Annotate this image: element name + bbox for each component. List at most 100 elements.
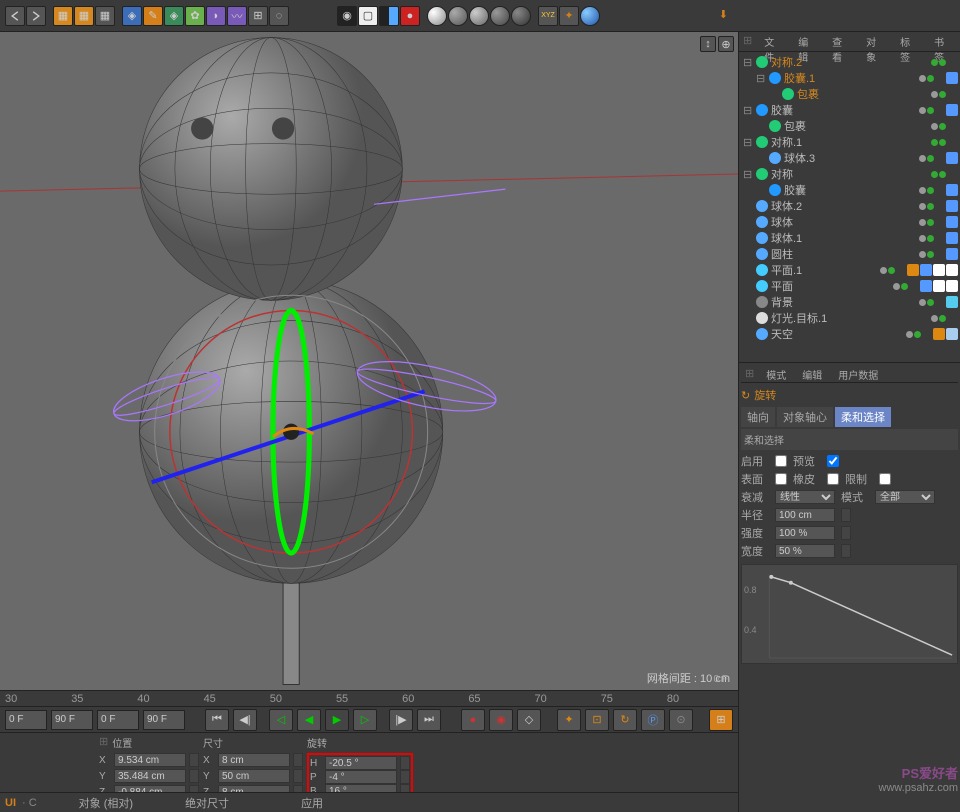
mat5-icon[interactable] — [511, 6, 531, 26]
globe-icon[interactable] — [580, 6, 600, 26]
strength-input[interactable] — [775, 526, 835, 540]
attr-tab-userdata[interactable]: 用户数据 — [830, 365, 886, 382]
tag-icon[interactable] — [946, 280, 958, 292]
step-back-button[interactable]: ◁ — [269, 709, 293, 731]
key-rot-button[interactable]: ↻ — [613, 709, 637, 731]
visibility-dots[interactable] — [919, 235, 934, 242]
size-x-input[interactable] — [218, 753, 290, 767]
visibility-dots[interactable] — [931, 315, 946, 322]
tab-tag[interactable]: 标签 — [892, 32, 926, 51]
rot-p-input[interactable] — [325, 770, 397, 784]
tree-item[interactable]: 圆柱 — [741, 246, 958, 262]
prev-key-button[interactable]: ◀| — [233, 709, 257, 731]
tree-item[interactable]: ⊟对称 — [741, 166, 958, 182]
key-pla-button[interactable]: ⊙ — [669, 709, 693, 731]
capsule-button[interactable]: ◗ — [206, 6, 226, 26]
frame-start-input[interactable] — [5, 710, 47, 730]
falloff-graph[interactable]: 0.8 0.4 — [741, 564, 958, 664]
tree-item[interactable]: ⊟胶囊 — [741, 102, 958, 118]
next-key-button[interactable]: |▶ — [389, 709, 413, 731]
tag-icon[interactable] — [933, 264, 945, 276]
expand-icon[interactable]: ✦ — [559, 6, 579, 26]
viewport-nav2-icon[interactable]: ⊕ — [718, 36, 734, 52]
goto-end-button[interactable]: ⏭ — [417, 709, 441, 731]
tree-label[interactable]: 胶囊 — [784, 182, 916, 198]
visibility-dots[interactable] — [919, 187, 934, 194]
object-tree[interactable]: ⊟对称.2⊟胶囊.1包裹⊟胶囊包裹⊟对称.1球体.3⊟对称胶囊球体.2球体球体.… — [739, 52, 960, 362]
undo-button[interactable] — [5, 6, 25, 26]
range-start-input[interactable] — [97, 710, 139, 730]
light-button[interactable]: ◌ — [269, 6, 289, 26]
tree-label[interactable]: 背景 — [771, 294, 916, 310]
rot-h-input[interactable] — [325, 756, 397, 770]
record-icon[interactable]: ● — [400, 6, 420, 26]
tree-expand-icon[interactable]: ⊟ — [756, 72, 766, 85]
enable-checkbox[interactable] — [775, 455, 787, 467]
size-y-spinner[interactable] — [293, 769, 303, 783]
tree-expand-icon[interactable]: ⊟ — [743, 104, 753, 117]
tag-icon[interactable] — [933, 280, 945, 292]
tree-item[interactable]: ⊟胶囊.1 — [741, 70, 958, 86]
pos-x-input[interactable] — [114, 753, 186, 767]
key-scale-button[interactable]: ⊡ — [585, 709, 609, 731]
size-x-spinner[interactable] — [293, 753, 303, 767]
tag-icon[interactable] — [946, 200, 958, 212]
render-icon[interactable]: ◉ — [337, 6, 357, 26]
visibility-dots[interactable] — [919, 219, 934, 226]
tree-item[interactable]: 灯光.目标.1 — [741, 310, 958, 326]
tree-item[interactable]: ⊟对称.2 — [741, 54, 958, 70]
tag-icon[interactable] — [907, 264, 919, 276]
tab-abs-size[interactable]: 绝对尺寸 — [185, 795, 229, 811]
keyframe-button[interactable]: ◇ — [517, 709, 541, 731]
visibility-dots[interactable] — [919, 299, 934, 306]
half-icon[interactable] — [379, 6, 399, 26]
tree-item[interactable]: ⊟对称.1 — [741, 134, 958, 150]
tag-icon[interactable] — [946, 216, 958, 228]
strength-spinner[interactable] — [841, 526, 851, 540]
frame-end-input[interactable] — [51, 710, 93, 730]
pos-y-spinner[interactable] — [189, 769, 199, 783]
tree-item[interactable]: 胶囊 — [741, 182, 958, 198]
redo-button[interactable] — [26, 6, 46, 26]
key-pos-button[interactable]: ✦ — [557, 709, 581, 731]
tree-label[interactable]: 平面 — [771, 278, 890, 294]
size-y-input[interactable] — [218, 769, 290, 783]
tab-bookmark[interactable]: 书签 — [926, 32, 960, 51]
tree-item[interactable]: 球体 — [741, 214, 958, 230]
radius-spinner[interactable] — [841, 508, 851, 522]
visibility-dots[interactable] — [931, 139, 946, 146]
timeline-a-button[interactable]: ▦ — [53, 6, 73, 26]
attr-tab-edit[interactable]: 编辑 — [794, 365, 830, 382]
tag-icon[interactable] — [946, 232, 958, 244]
tree-item[interactable]: 包裹 — [741, 86, 958, 102]
surface-checkbox[interactable] — [775, 473, 787, 485]
limit-checkbox[interactable] — [879, 473, 891, 485]
preview-checkbox[interactable] — [827, 455, 839, 467]
width-input[interactable] — [775, 544, 835, 558]
tree-expand-icon[interactable]: ⊟ — [743, 56, 753, 69]
pos-y-input[interactable] — [114, 769, 186, 783]
autokey-button[interactable]: ◉ — [489, 709, 513, 731]
tab-file[interactable]: 文件 — [756, 32, 790, 51]
mat4-icon[interactable] — [490, 6, 510, 26]
visibility-dots[interactable] — [931, 123, 946, 130]
visibility-dots[interactable] — [919, 75, 934, 82]
mat2-icon[interactable] — [448, 6, 468, 26]
lattice-button[interactable]: ⊞ — [248, 6, 268, 26]
pos-x-spinner[interactable] — [189, 753, 199, 767]
visibility-dots[interactable] — [931, 91, 946, 98]
tree-item[interactable]: 球体.1 — [741, 230, 958, 246]
tag-icon[interactable] — [946, 104, 958, 116]
visibility-dots[interactable] — [931, 171, 946, 178]
visibility-dots[interactable] — [919, 107, 934, 114]
xyz-icon[interactable]: XYZ — [538, 6, 558, 26]
tree-label[interactable]: 天空 — [771, 326, 903, 342]
visibility-dots[interactable] — [893, 283, 908, 290]
falloff-select[interactable]: 线性 — [775, 490, 835, 504]
timeline-opts-button[interactable]: ⊞ — [709, 709, 733, 731]
clover-button[interactable]: ✿ — [185, 6, 205, 26]
tree-label[interactable]: 对称.1 — [771, 134, 928, 150]
tree-label[interactable]: 球体.1 — [771, 230, 916, 246]
tree-item[interactable]: 包裹 — [741, 118, 958, 134]
tag-icon[interactable] — [946, 152, 958, 164]
